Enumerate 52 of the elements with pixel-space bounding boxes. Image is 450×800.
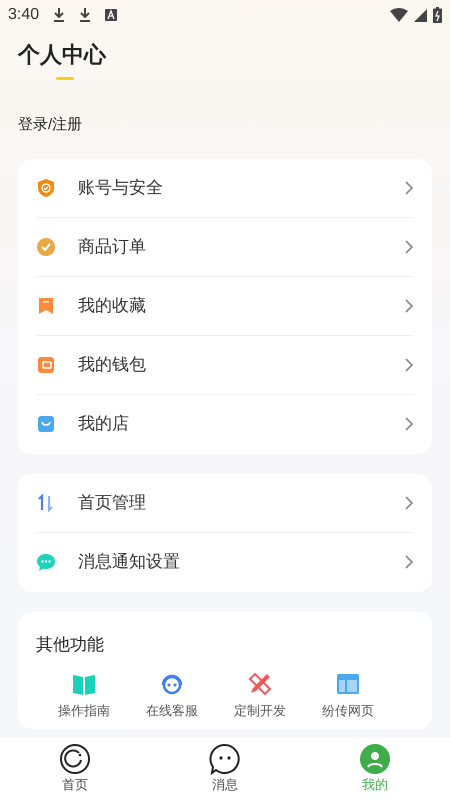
menu-item[interactable]: 消息通知设置 [36,532,414,592]
nav-tab[interactable]: 消息 [185,743,265,795]
menu-item[interactable]: 我的店 [36,394,414,454]
menu-item-label: 账号与安全 [78,176,164,199]
signal-icon [414,8,427,22]
chevron-right-icon [404,494,414,510]
notification-icon [105,9,118,21]
battery-icon [433,7,442,23]
menu-item[interactable]: 商品订单 [36,218,414,276]
menu-item[interactable]: 我的收藏 [36,276,414,336]
chevron-right-icon [404,554,414,570]
function-item[interactable]: 定制开发 [220,671,300,720]
page-title: 个人中心 [18,41,106,69]
function-item[interactable]: 操作指南 [44,671,124,720]
shield-icon [36,178,56,198]
chevron-right-icon [404,238,414,254]
menu-item-label: 我的钱包 [78,354,147,376]
section-title: 其他功能 [36,634,104,656]
chevron-right-icon [404,180,414,196]
function-item[interactable]: 纷传网页 [308,671,388,720]
menu-item-label: 商品订单 [78,236,147,258]
download-icon [79,8,92,22]
chevron-right-icon [404,298,414,314]
menu-item-label: 我的店 [78,413,130,436]
chevron-right-icon [404,416,414,432]
nav-tab[interactable]: 首页 [35,743,115,795]
menu-item[interactable]: 账号与安全 [36,158,414,218]
chat-bubble-icon [36,552,56,572]
status-time: 3:40 [8,5,40,25]
wallet-icon [36,354,56,374]
message-icon [209,743,241,776]
shopping-bag-icon [36,414,56,434]
function-label: 在线客服 [146,702,198,720]
login-link[interactable]: 登录/注册 [18,114,82,136]
menu-item[interactable]: 我的钱包 [36,336,414,394]
pencil-ruler-icon [247,671,273,697]
wifi-icon [390,8,408,22]
check-circle-icon [36,236,56,256]
function-label: 纷传网页 [322,702,374,720]
menu-item-label: 首页管理 [78,492,147,514]
chevron-right-icon [404,356,414,372]
function-label: 定制开发 [234,702,286,720]
layout-icon [335,671,361,697]
profile-icon [359,743,391,776]
function-label: 操作指南 [58,702,110,720]
menu-item-label: 我的收藏 [78,294,147,317]
menu-item[interactable]: 首页管理 [36,474,414,532]
bookmark-icon [36,296,56,316]
function-item[interactable]: 在线客服 [132,671,212,720]
download-icon [53,8,66,22]
home-icon [59,743,91,776]
menu-item-label: 消息通知设置 [78,551,181,574]
